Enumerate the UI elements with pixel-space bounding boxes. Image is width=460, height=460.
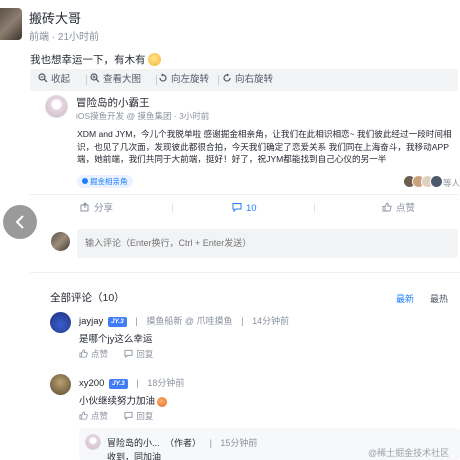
section-divider [30, 272, 460, 273]
comment-input[interactable] [77, 229, 458, 258]
commenter-avatar[interactable] [50, 374, 71, 395]
level-badge: JY.3 [109, 379, 128, 389]
comment-input-area [48, 229, 458, 261]
smile-emoji-icon [147, 53, 161, 66]
collapse-label: 收起 [51, 74, 71, 85]
commenter-name[interactable]: jayjay [79, 316, 103, 327]
comment-text: 是哪个jy这么幸运 [79, 334, 153, 345]
all-comments-title: 全部评论（10） [50, 292, 125, 304]
thumbs-up-icon [382, 202, 392, 212]
comment-reply-label: 回复 [136, 349, 154, 359]
topic-icon [82, 178, 88, 184]
share-label: 分享 [94, 203, 114, 214]
zoom-out-icon [38, 73, 48, 83]
commenter-name[interactable]: xy200 [79, 378, 104, 389]
comment-item: jayjay JY.3 | 摸鱼船新 @ 爪哇摸鱼 | 14分钟前 是哪个jy这… [46, 312, 460, 362]
toolbar-divider [86, 75, 87, 85]
reply-author-name[interactable]: 冒险岛的小... [107, 438, 160, 448]
comment-actions: 点赞 回复 [79, 348, 167, 360]
comment-actions: 点赞 回复 [79, 410, 167, 422]
rotate-right-icon [223, 73, 231, 82]
action-divider [172, 203, 173, 213]
like-button[interactable]: 点赞 [382, 202, 415, 215]
rotate-right-button[interactable]: 向右旋转 [222, 73, 273, 87]
reply-header: 冒险岛的小... （作者） | 15分钟前 [107, 438, 258, 448]
quoted-post-meta: iOS摸鱼开发 @ 摸鱼集团 · 3小时前 [76, 111, 210, 121]
comment-icon [124, 349, 133, 359]
reply-text: 收到，同加油 [107, 452, 162, 460]
sort-hot-tab[interactable]: 最热 [430, 292, 448, 305]
comment-text-content: 小伙继续努力加油 [79, 396, 156, 407]
comment-icon [232, 203, 242, 213]
rotate-left-icon [159, 73, 167, 82]
comment-text: 小伙继续努力加油 [79, 393, 168, 407]
quoted-topic-label: 掘金相亲角 [90, 177, 128, 186]
author-tag: （作者） [165, 438, 202, 448]
comment-like-label: 点赞 [91, 411, 109, 421]
quoted-post-body: XDM and JYM，今儿个我脱单啦 感谢掘金相亲角，让我们在此相识相恋~ 我… [77, 129, 452, 164]
post-text: 我也想幸运一下，有木有 [30, 52, 161, 67]
comment-time: 14分钟前 [252, 316, 290, 326]
likers-text: 等人赞过 [443, 178, 460, 188]
commenter-title: 摸鱼船新 @ 爪哇摸鱼 [146, 316, 233, 326]
view-large-label: 查看大图 [103, 74, 142, 85]
comment-reply-button[interactable]: 回复 [124, 411, 153, 421]
comment-item: xy200 JY.3 | 18分钟前 小伙继续努力加油 点赞 回复 [46, 374, 460, 424]
commenter-avatar[interactable] [50, 312, 71, 333]
quoted-author-avatar [45, 95, 68, 118]
avatar[interactable] [0, 8, 22, 40]
like-label: 点赞 [396, 203, 416, 214]
comment-reply-button[interactable]: 回复 [124, 349, 153, 359]
watermark: @稀土掘金技术社区 [368, 448, 450, 458]
quoted-post-image[interactable]: 冒险岛的小霸王 iOS摸鱼开发 @ 摸鱼集团 · 3小时前 XDM and JY… [30, 91, 460, 195]
sort-latest-tab[interactable]: 最新 [396, 292, 414, 305]
zoom-in-icon [90, 73, 100, 83]
liker-avatar [430, 175, 443, 188]
comment-like-button[interactable]: 点赞 [79, 349, 108, 359]
post-author-name[interactable]: 搬砖大哥 [29, 8, 81, 27]
post-header: 搬砖大哥 前端 · 21小时前 [0, 0, 460, 44]
post-action-bar: 分享 10 点赞 [30, 196, 458, 218]
level-badge: JY.3 [107, 317, 127, 327]
toolbar-divider [156, 75, 157, 85]
comment-time: 18分钟前 [147, 378, 185, 388]
rotate-left-button[interactable]: 向左旋转 [158, 73, 209, 87]
previous-image-button[interactable] [3, 205, 37, 239]
comment-button[interactable]: 10 [232, 202, 257, 215]
current-user-avatar [51, 232, 70, 251]
toolbar-divider [218, 75, 219, 85]
view-large-button[interactable]: 查看大图 [90, 73, 141, 87]
quoted-topic-tag: 掘金相亲角 [77, 175, 133, 188]
page: 搬砖大哥 前端 · 21小时前 我也想幸运一下，有木有 收起 查看大图 向左旋转… [0, 0, 460, 460]
reply-time: 15分钟前 [220, 438, 258, 448]
action-divider [314, 203, 315, 213]
comment-like-label: 点赞 [91, 349, 109, 359]
thumbs-up-icon [79, 411, 88, 420]
comment-count: 10 [246, 203, 257, 214]
share-icon [80, 202, 89, 212]
comment-reply-label: 回复 [136, 411, 154, 421]
comment-header: jayjay JY.3 | 摸鱼船新 @ 爪哇摸鱼 | 14分钟前 [79, 316, 290, 327]
comment-like-button[interactable]: 点赞 [79, 411, 108, 421]
share-button[interactable]: 分享 [80, 202, 113, 215]
image-toolbar: 收起 查看大图 向左旋转 向右旋转 [30, 69, 458, 91]
reply-author-avatar[interactable] [85, 434, 101, 450]
post-text-content: 我也想幸运一下，有木有 [30, 54, 146, 66]
rotate-right-label: 向右旋转 [235, 74, 274, 85]
rotate-left-label: 向左旋转 [171, 74, 210, 85]
quoted-author-name: 冒险岛的小霸王 [76, 97, 150, 109]
chevron-left-icon [15, 215, 24, 229]
collapse-button[interactable]: 收起 [38, 73, 70, 87]
thumbs-up-icon [79, 349, 88, 358]
post-meta: 前端 · 21小时前 [29, 32, 100, 43]
comment-header: xy200 JY.3 | 18分钟前 [79, 378, 185, 389]
fist-emoji-icon [157, 397, 168, 407]
comment-icon [124, 411, 133, 421]
